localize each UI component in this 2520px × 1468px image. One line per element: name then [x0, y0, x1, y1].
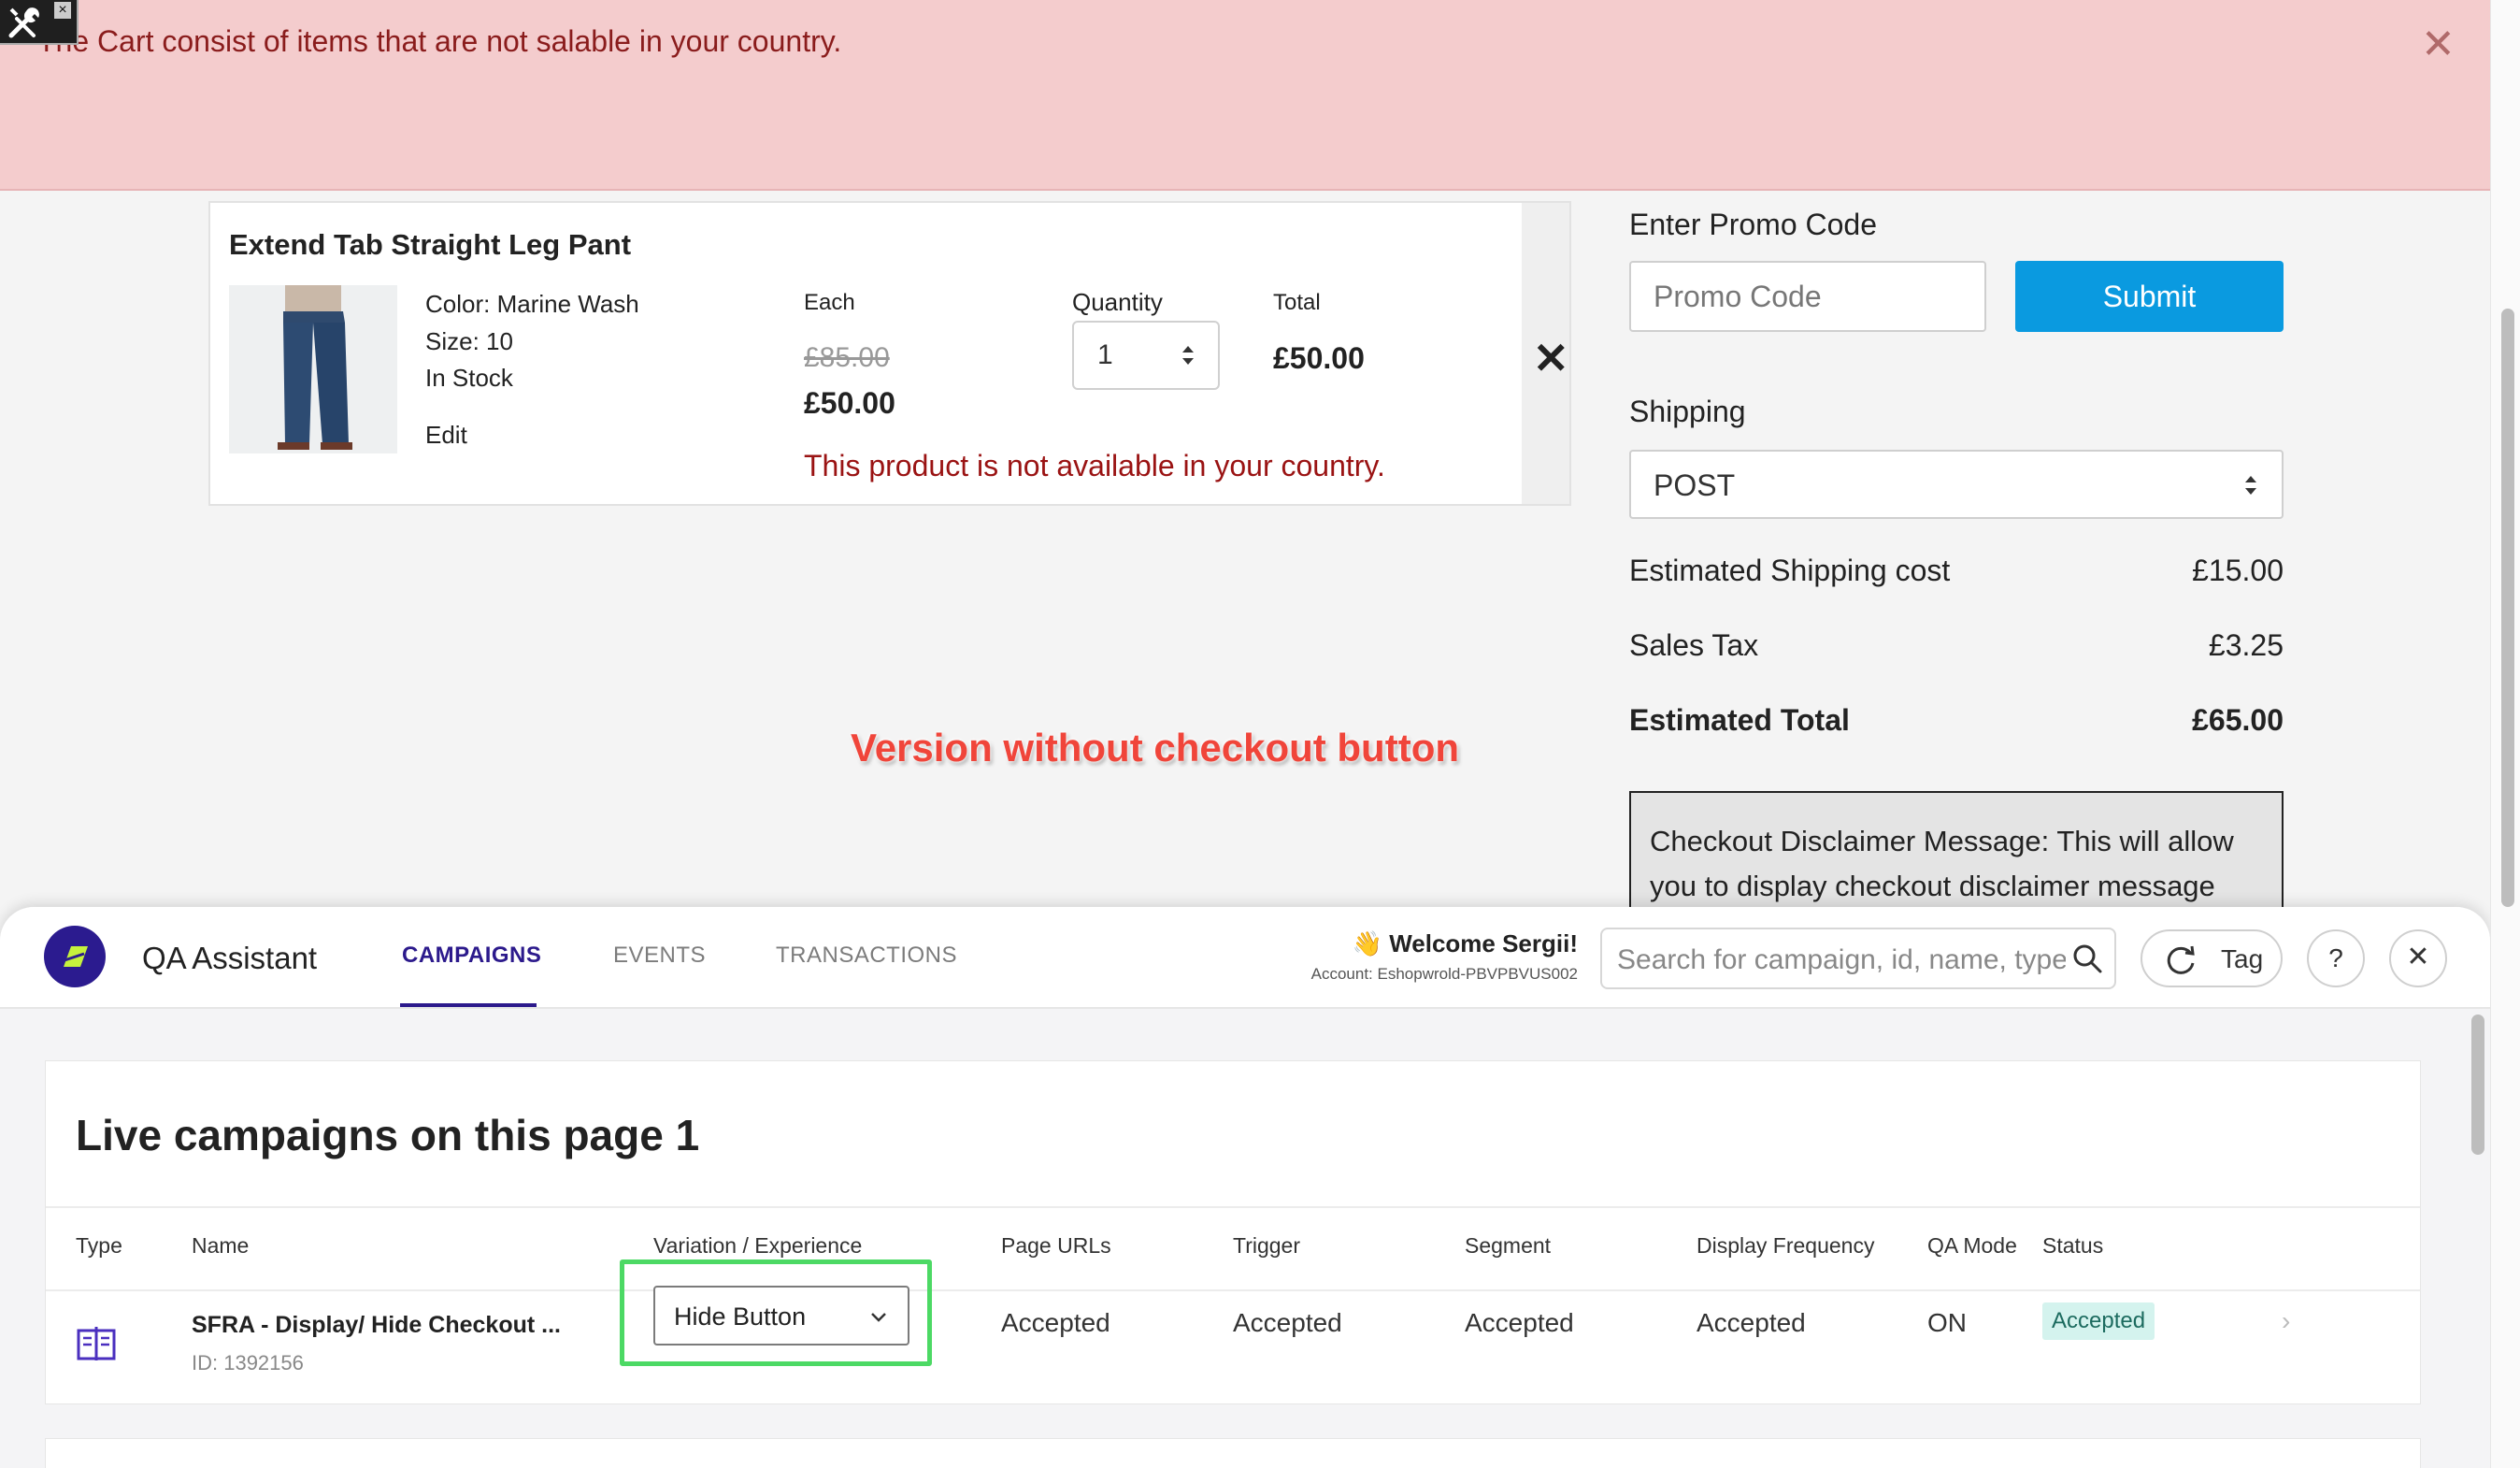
line-total-label: Total [1273, 290, 1321, 315]
product-image[interactable] [229, 285, 397, 453]
page-scrollbar[interactable] [2501, 309, 2514, 907]
qa-panel-scrollbar[interactable] [2471, 1015, 2484, 1155]
product-size: Size: 10 [425, 327, 513, 355]
select-arrows-icon [1182, 346, 1194, 365]
trigger-value: Accepted [1233, 1308, 1342, 1337]
campaign-type-icon [77, 1327, 116, 1360]
select-arrows-icon [2245, 476, 2256, 495]
page-urls-value: Accepted [1001, 1308, 1110, 1337]
column-header-page-urls: Page URLs [1001, 1233, 1111, 1258]
account-label: Account: Eshopwrold-PBVPBVUS002 [1310, 965, 1578, 983]
promo-code-label: Enter Promo Code [1629, 208, 1878, 241]
shipping-method-select[interactable]: POST [1629, 450, 2284, 519]
active-tab-indicator [400, 1003, 537, 1007]
variation-select[interactable]: Hide Button [653, 1286, 909, 1346]
availability-error: This product is not available in your co… [804, 449, 1385, 482]
quantity-value: 1 [1097, 339, 1113, 370]
promo-submit-button[interactable]: Submit [2015, 261, 2284, 332]
devtools-close-icon[interactable]: × [54, 2, 71, 19]
column-header-qa-mode: QA Mode [1927, 1233, 2017, 1258]
column-header-segment: Segment [1465, 1233, 1552, 1258]
column-header-type: Type [76, 1233, 122, 1258]
sales-tax-label: Sales Tax [1629, 628, 1759, 662]
qa-assistant-panel: QA Assistant CAMPAIGNS EVENTS TRANSACTIO… [0, 907, 2490, 1468]
annotation-label: Version without checkout button [851, 726, 1459, 770]
segment-value: Accepted [1465, 1308, 1574, 1337]
welcome-message: 👋 Welcome Sergii! [1352, 929, 1578, 957]
wrench-screwdriver-icon [8, 7, 39, 38]
shipping-cost-label: Estimated Shipping cost [1629, 554, 1951, 587]
table-divider [46, 1289, 2420, 1291]
shipping-label: Shipping [1629, 395, 1746, 428]
sale-price: £50.00 [804, 386, 895, 420]
campaign-search[interactable] [1600, 928, 2116, 989]
tag-refresh-button[interactable]: Tag [2141, 929, 2283, 987]
campaign-name[interactable]: SFRA - Display/ Hide Checkout ... [192, 1312, 561, 1339]
devtools-toolbar[interactable]: × [0, 0, 79, 45]
chevron-down-icon [871, 1313, 886, 1322]
edit-item-link[interactable]: Edit [425, 421, 467, 450]
jeans-image-icon [229, 285, 397, 453]
quantity-select[interactable]: 1 [1072, 321, 1220, 390]
error-alert-banner: The Cart consist of items that are not s… [0, 0, 2490, 191]
campaign-id: ID: 1392156 [192, 1351, 304, 1374]
campaign-search-input[interactable] [1615, 939, 2068, 982]
each-price-label: Each [804, 290, 855, 315]
original-price: £85.00 [804, 342, 890, 373]
checkout-disclaimer: Checkout Disclaimer Message: This will a… [1629, 791, 2284, 922]
estimated-total-value: £65.00 [2192, 703, 2284, 737]
qa-close-button[interactable]: ✕ [2389, 929, 2447, 987]
qa-logo-icon [44, 926, 106, 987]
column-header-display-frequency: Display Frequency [1697, 1233, 1875, 1258]
table-divider [46, 1206, 2420, 1208]
help-button[interactable]: ? [2307, 929, 2365, 987]
search-icon[interactable] [2071, 943, 2103, 974]
next-section-card [45, 1438, 2421, 1468]
stock-status: In Stock [425, 364, 513, 392]
alert-close-icon[interactable]: ✕ [2421, 24, 2456, 65]
chevron-right-icon[interactable]: › [2282, 1306, 2290, 1336]
variation-value: Hide Button [674, 1302, 807, 1331]
status-badge: Accepted [2042, 1302, 2155, 1340]
live-campaigns-card: Live campaigns on this page 1 Type Name … [45, 1060, 2421, 1404]
column-header-variation: Variation / Experience [653, 1233, 863, 1258]
qa-header: QA Assistant CAMPAIGNS EVENTS TRANSACTIO… [0, 907, 2490, 1009]
sales-tax-value: £3.25 [2208, 628, 2284, 662]
product-color: Color: Marine Wash [425, 290, 639, 318]
qa-title: QA Assistant [142, 941, 318, 975]
shipping-cost-value: £15.00 [2192, 554, 2284, 587]
tab-events[interactable]: EVENTS [613, 943, 706, 969]
estimated-total-label: Estimated Total [1629, 703, 1850, 737]
product-name[interactable]: Extend Tab Straight Leg Pant [229, 228, 631, 262]
shipping-method-value: POST [1654, 468, 1736, 502]
qa-mode-value: ON [1927, 1308, 1967, 1337]
tab-transactions[interactable]: TRANSACTIONS [776, 943, 957, 969]
live-campaigns-heading: Live campaigns on this page 1 [76, 1111, 700, 1159]
remove-item-icon[interactable]: ✕ [1533, 337, 1569, 380]
tab-campaigns[interactable]: CAMPAIGNS [402, 943, 541, 969]
column-header-trigger: Trigger [1233, 1233, 1300, 1258]
column-header-status: Status [2042, 1233, 2104, 1258]
tag-label: Tag [2221, 944, 2264, 973]
promo-code-input[interactable] [1629, 261, 1986, 332]
refresh-icon [2167, 945, 2195, 974]
line-total-value: £50.00 [1273, 341, 1365, 375]
display-frequency-value: Accepted [1697, 1308, 1806, 1337]
alert-message: The Cart consist of items that are not s… [37, 24, 842, 58]
column-header-name: Name [192, 1233, 250, 1258]
quantity-label: Quantity [1072, 288, 1163, 316]
